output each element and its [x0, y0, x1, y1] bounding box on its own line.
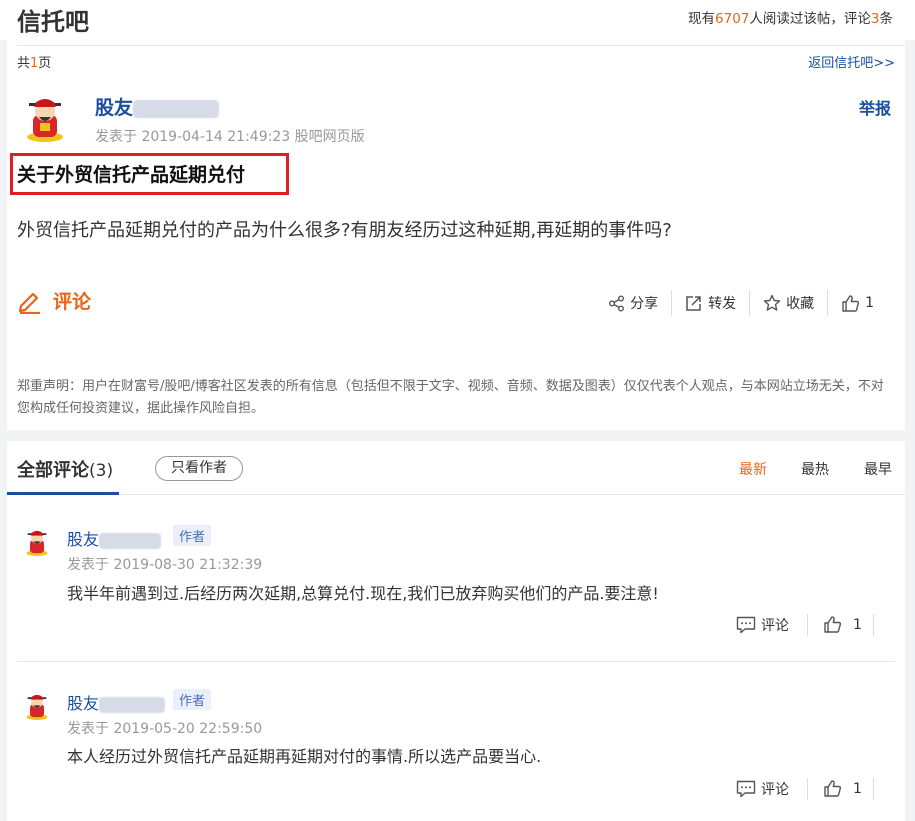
like-button[interactable]: 1 — [828, 291, 887, 315]
like-count: 1 — [853, 616, 862, 633]
author-badge: 作者 — [173, 525, 212, 546]
comment-bubble-icon — [736, 780, 756, 798]
avatar[interactable] — [23, 527, 51, 557]
comments-header: 全部评论(3) 只看作者 最新 最热 最早 — [7, 441, 905, 495]
report-button[interactable]: 举报 — [859, 95, 891, 119]
top-bar: 信托吧 现有6707人阅读过该帖，评论3条 — [0, 0, 915, 40]
forward-button[interactable]: 转发 — [672, 291, 749, 315]
comment-count: 3 — [870, 11, 880, 27]
disclaimer: 郑重声明：用户在财富号/股吧/博客社区发表的所有信息（包括但不限于文字、视频、音… — [17, 379, 884, 416]
action-divider — [807, 778, 808, 800]
pages-suffix: 页 — [38, 56, 52, 71]
thumbs-up-icon — [842, 294, 860, 312]
comment-like-button[interactable]: 1 — [823, 779, 862, 798]
comment-divider — [17, 661, 895, 662]
comment-meta: 发表于 2019-05-20 22:59:50 — [67, 721, 263, 737]
post-stats: 现有6707人阅读过该帖，评论3条 — [688, 7, 893, 27]
post-card: 共1页 返回信托吧>> 股友 发表于 2019-04-14 21:49:23 股… — [7, 40, 905, 430]
redacted-username — [133, 99, 220, 118]
like-count: 1 — [853, 780, 862, 797]
pencil-icon — [18, 292, 40, 314]
post-actions: 分享 转发 收藏 1 — [595, 290, 887, 316]
comment-reply-button[interactable]: 评论 — [736, 615, 789, 635]
share-button[interactable]: 分享 — [595, 291, 671, 315]
comment-meta: 发表于 2019-08-30 21:32:39 — [67, 557, 263, 573]
share-icon — [609, 295, 625, 311]
favorite-button[interactable]: 收藏 — [750, 291, 827, 315]
comment-author-name[interactable]: 股友 — [67, 690, 166, 714]
author-only-filter-button[interactable]: 只看作者 — [155, 456, 243, 481]
comment-reply-button[interactable]: 评论 — [736, 779, 789, 799]
action-divider — [873, 614, 874, 636]
avatar[interactable] — [23, 691, 51, 721]
redacted-username — [99, 696, 166, 713]
active-tab-indicator — [7, 492, 119, 495]
comment-label: 评论 — [53, 291, 92, 313]
stats-suffix: 条 — [879, 11, 894, 27]
read-count: 6707 — [715, 11, 750, 27]
comment-like-button[interactable]: 1 — [823, 615, 862, 634]
post-author-name[interactable]: 股友 — [95, 93, 220, 120]
comments-total: (3) — [89, 461, 114, 481]
comment-text: 本人经历过外贸信托产品延期再延期对付的事情.所以选产品要当心. — [67, 747, 542, 766]
sort-newest[interactable]: 最新 — [739, 459, 767, 479]
thumbs-up-icon — [824, 616, 842, 633]
star-icon — [763, 294, 781, 311]
action-divider — [807, 614, 808, 636]
like-count: 1 — [865, 295, 874, 311]
top-divider — [17, 45, 905, 46]
sort-earliest[interactable]: 最早 — [864, 459, 892, 479]
post-title: 关于外贸信托产品延期兑付 — [17, 164, 246, 186]
forum-title[interactable]: 信托吧 — [17, 2, 89, 37]
comment-button[interactable]: 评论 — [17, 287, 91, 314]
action-divider — [873, 778, 874, 800]
avatar[interactable] — [21, 93, 69, 143]
post-body: 外贸信托产品延期兑付的产品为什么很多?有朋友经历过这种延期,再延期的事件吗? — [17, 220, 672, 241]
thumbs-up-icon — [824, 780, 842, 797]
pagination: 共1页 — [17, 52, 51, 71]
sort-hottest[interactable]: 最热 — [801, 459, 829, 479]
comments-panel: 全部评论(3) 只看作者 最新 最热 最早 股友 作者 发表于 2019-08-… — [7, 441, 905, 821]
stats-middle: 人阅读过该帖，评论 — [749, 11, 871, 27]
comment-bubble-icon — [736, 616, 756, 634]
forward-icon — [686, 296, 701, 311]
redacted-username — [99, 532, 162, 549]
tab-all-comments[interactable]: 全部评论(3) — [17, 456, 113, 482]
stats-prefix: 现有 — [688, 11, 716, 27]
pages-prefix: 共 — [17, 56, 31, 71]
back-to-forum-link[interactable]: 返回信托吧>> — [808, 52, 895, 71]
comment-author-name[interactable]: 股友 — [67, 526, 162, 550]
author-badge: 作者 — [173, 689, 212, 710]
comment-text: 我半年前遇到过.后经历两次延期,总算兑付.现在,我们已放弃购买他们的产品.要注意… — [67, 584, 659, 603]
post-meta: 发表于 2019-04-14 21:49:23 股吧网页版 — [95, 129, 365, 145]
